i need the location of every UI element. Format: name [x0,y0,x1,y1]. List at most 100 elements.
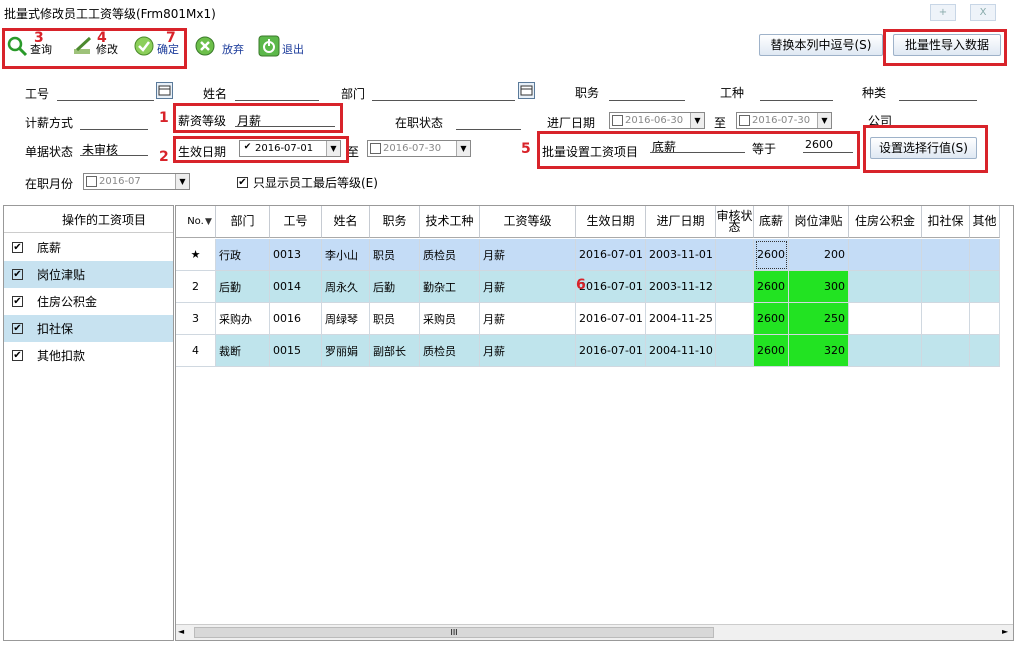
scroll-right-icon[interactable]: ► [1002,627,1008,636]
header-col-allowance[interactable]: 岗位津贴 [789,206,849,238]
chevron-down-icon[interactable]: ▼ [817,113,831,128]
query-button[interactable]: 查询 [6,33,52,59]
header-col-base[interactable]: 底薪 [754,206,789,238]
filter-icon[interactable]: ▼ [205,217,212,227]
cell-tech[interactable]: 采购员 [420,303,480,335]
batch-item-field[interactable]: 底薪 [650,138,745,154]
salary-item-row[interactable]: ✔ 其他扣款 [4,342,173,369]
cell-social[interactable] [922,271,970,303]
cell-other[interactable] [970,271,1000,303]
header-col-grade[interactable]: 工资等级 [480,206,576,238]
salary-item-checkbox[interactable]: ✔ [12,269,23,280]
effective-from-checkbox[interactable]: ✔ [242,143,253,154]
cell-social[interactable] [922,335,970,367]
cell-allowance[interactable]: 200 [789,239,849,271]
scroll-thumb[interactable]: III [194,627,714,638]
cell-position[interactable]: 后勤 [370,271,420,303]
cell-audit[interactable] [716,335,754,367]
cell-dept[interactable]: 行政 [216,239,270,271]
chevron-down-icon[interactable]: ▼ [690,113,704,128]
header-col-id[interactable]: 工号 [270,206,322,238]
cell-audit[interactable] [716,239,754,271]
effective-to-date[interactable]: 2016-07-30 ▼ [367,140,471,157]
chevron-down-icon[interactable]: ▼ [175,174,189,189]
cell-no[interactable]: 3 [176,303,216,335]
cell-position[interactable]: 副部长 [370,335,420,367]
cell-audit[interactable] [716,271,754,303]
close-button[interactable]: X [970,4,996,21]
cell-join[interactable]: 2003-11-01 [646,239,716,271]
cell-dept[interactable]: 裁断 [216,335,270,367]
pay-method-field[interactable] [80,115,148,130]
cell-id[interactable]: 0013 [270,239,322,271]
job-status-field[interactable] [456,115,521,130]
cell-id[interactable]: 0015 [270,335,322,367]
salary-grade-field[interactable]: 月薪 [235,112,335,128]
salary-item-row[interactable]: ✔ 岗位津贴 [4,261,173,288]
cell-allowance[interactable]: 300 [789,271,849,303]
cell-housing[interactable] [849,335,922,367]
dept-picker-icon[interactable] [518,82,535,99]
effective-from-date[interactable]: ✔ 2016-07-01 ▼ [239,140,341,157]
cell-housing[interactable] [849,271,922,303]
join-to-checkbox[interactable] [739,115,750,126]
category-field[interactable] [899,86,977,101]
cell-grade[interactable]: 月薪 [480,335,576,367]
position-field[interactable] [609,86,685,101]
join-from-date[interactable]: 2016-06-30 ▼ [609,112,705,129]
salary-item-checkbox[interactable]: ✔ [12,323,23,334]
doc-status-field[interactable]: 未审核 [80,141,148,157]
header-col-position[interactable]: 职务 [370,206,420,238]
header-col-social[interactable]: 扣社保 [922,206,970,238]
minimize-button[interactable]: + [930,4,956,21]
cell-other[interactable] [970,303,1000,335]
cell-name[interactable]: 周绿琴 [322,303,370,335]
horizontal-scrollbar[interactable]: ◄ III ► [176,624,1013,640]
chevron-down-icon[interactable]: ▼ [456,141,470,156]
cell-effective[interactable]: 2016-07-01 [576,303,646,335]
cell-other[interactable] [970,239,1000,271]
name-field[interactable] [235,86,319,101]
cell-id[interactable]: 0016 [270,303,322,335]
cell-no[interactable]: 4 [176,335,216,367]
cell-tech[interactable]: 质检员 [420,239,480,271]
cell-no[interactable]: 2 [176,271,216,303]
effective-to-checkbox[interactable] [370,143,381,154]
only-last-grade-checkbox[interactable]: ✔ [237,177,248,188]
cell-dept[interactable]: 后勤 [216,271,270,303]
cell-grade[interactable]: 月薪 [480,303,576,335]
emp-picker-icon[interactable] [156,82,173,99]
abandon-button[interactable]: 放弃 [194,33,244,59]
cell-name[interactable]: 周永久 [322,271,370,303]
batch-value-field[interactable]: 2600 [803,138,853,153]
header-col-dept[interactable]: 部门 [216,206,270,238]
cell-tech[interactable]: 质检员 [420,335,480,367]
chevron-down-icon[interactable]: ▼ [326,141,340,156]
salary-item-checkbox[interactable]: ✔ [12,350,23,361]
header-col-audit[interactable]: 审核状态 [716,206,754,238]
cell-join[interactable]: 2003-11-12 [646,271,716,303]
cell-join[interactable]: 2004-11-25 [646,303,716,335]
cell-other[interactable] [970,335,1000,367]
exit-button[interactable]: 退出 [258,33,304,59]
join-to-date[interactable]: 2016-07-30 ▼ [736,112,832,129]
cell-social[interactable] [922,239,970,271]
month-checkbox[interactable] [86,176,97,187]
header-col-name[interactable]: 姓名 [322,206,370,238]
join-from-checkbox[interactable] [612,115,623,126]
emp-no-field[interactable] [57,86,154,101]
salary-item-checkbox[interactable]: ✔ [12,296,23,307]
salary-item-row[interactable]: ✔ 底薪 [4,234,173,261]
modify-button[interactable]: 修改 [72,33,118,59]
cell-dept[interactable]: 采购办 [216,303,270,335]
cell-base[interactable]: 2600 [754,271,789,303]
cell-join[interactable]: 2004-11-10 [646,335,716,367]
cell-name[interactable]: 罗丽娟 [322,335,370,367]
cell-housing[interactable] [849,239,922,271]
cell-social[interactable] [922,303,970,335]
cell-allowance[interactable]: 320 [789,335,849,367]
cell-position[interactable]: 职员 [370,303,420,335]
cell-audit[interactable] [716,303,754,335]
month-date[interactable]: 2016-07 ▼ [83,173,190,190]
work-type-field[interactable] [760,86,833,101]
